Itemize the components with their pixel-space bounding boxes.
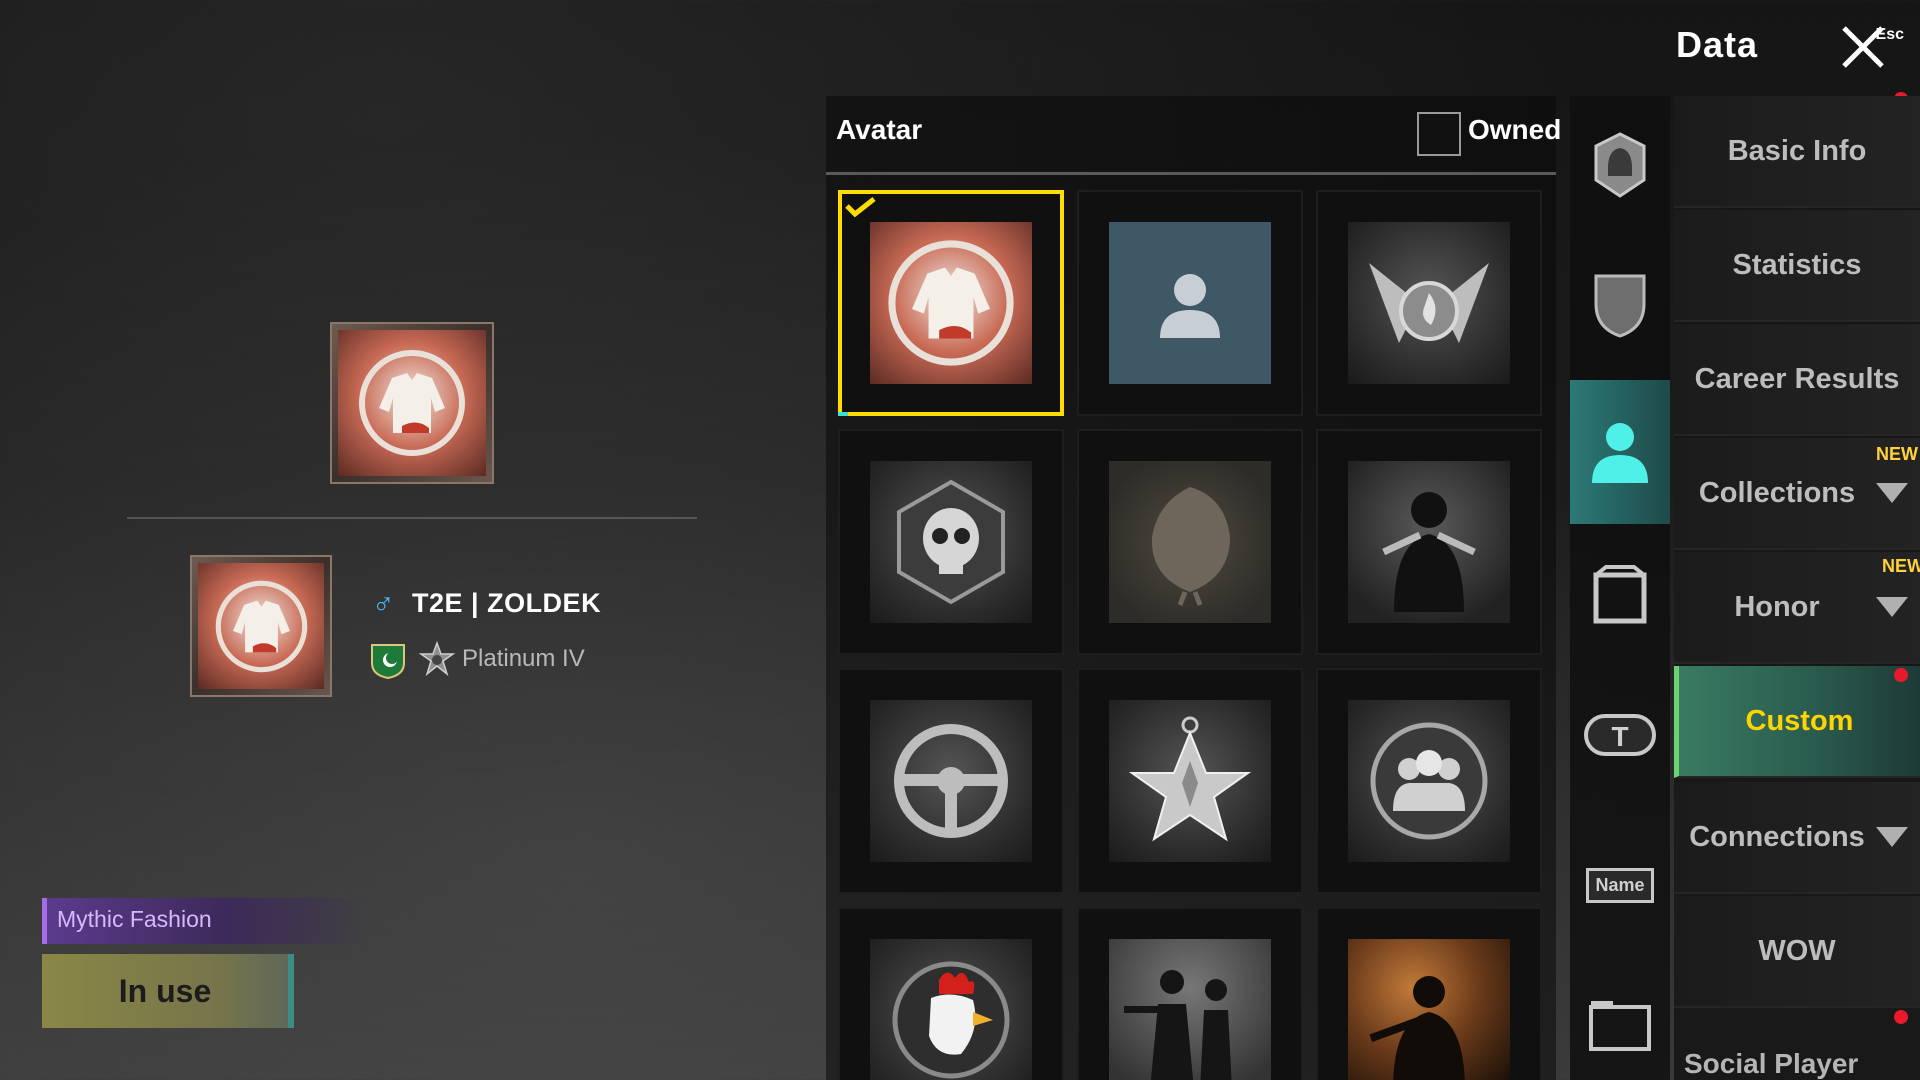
menu-item-label: Honor [1734,590,1820,623]
player-avatar [190,555,332,697]
owned-filter-label: Owned [1468,114,1562,145]
menu-basic-info[interactable]: Basic Info [1674,96,1920,208]
avatar-item[interactable] [1077,429,1303,655]
gunslinger-icon [1348,461,1510,623]
panel-divider [826,172,1556,175]
tab-title[interactable]: T [1570,670,1670,800]
chevron-down-icon [1876,483,1908,503]
tab-avatar[interactable] [1570,380,1670,524]
menu-item-label: Collections [1698,476,1856,509]
esc-hint: Esc [1875,26,1904,43]
helmet-emblem-icon [1594,132,1646,198]
tab-name-tag[interactable]: Name [1570,820,1670,950]
notification-dot [1894,1010,1908,1024]
tab-shield[interactable] [1570,240,1670,370]
tab-helmet[interactable] [1570,100,1670,230]
menu-wow[interactable]: WOW [1674,896,1920,1008]
name-tag-icon: Name [1586,867,1654,903]
title-badge-icon: T [1584,714,1656,756]
menu-career-results[interactable]: Career Results [1674,324,1920,436]
menu-item-label: Career Results [1694,362,1900,395]
avatar-item[interactable] [1316,429,1542,655]
menu-item-label: Connections [1689,820,1865,853]
avatar-item[interactable] [838,668,1064,894]
card-frame-icon [1589,1001,1651,1051]
avatar-item[interactable] [1316,668,1542,894]
avatar-item[interactable] [1077,190,1303,416]
avatar-person-icon [1592,423,1648,483]
steering-wheel-icon [870,700,1032,862]
checkmark-icon [845,197,876,218]
avatar-panel-title: Avatar [836,114,923,145]
country-flag-icon [371,644,405,679]
player-name: T2E | ZOLDEK [412,588,602,618]
shield-icon [1594,274,1646,338]
skull-hexagon-icon [870,461,1032,623]
star-medal-icon [1109,700,1271,862]
menu-custom[interactable]: Custom [1674,666,1920,778]
in-use-button[interactable]: In use [42,954,294,1028]
menu-social-player-card[interactable]: Social Player Card [1684,1048,1920,1080]
menu-item-label: WOW [1758,934,1836,967]
winged-flame-emblem-icon [1348,222,1510,384]
owned-filter-checkbox[interactable] [1417,112,1461,156]
rarity-badge: Mythic Fashion [42,898,372,944]
tab-frame[interactable] [1570,530,1670,660]
jacket-icon [338,330,486,476]
avatar-item[interactable] [1316,907,1542,1080]
section-divider [127,517,697,519]
chicken-silhouette-icon [1109,461,1271,623]
avatar-item[interactable] [838,907,1064,1080]
chevron-down-icon [1876,597,1908,617]
page-title: Data [1675,24,1758,65]
avatar-item-selected[interactable] [838,190,1064,416]
male-gender-icon: ♂ [372,588,395,621]
frame-icon [1593,565,1647,624]
rooster-emblem-icon [870,939,1032,1080]
avatar-preview-large [330,322,494,484]
jacket-icon [870,222,1032,384]
avatar-item[interactable] [1077,668,1303,894]
avatar-item[interactable] [1316,190,1542,416]
jacket-icon [198,563,324,689]
menu-item-label: Custom [1745,704,1854,737]
duo-agents-icon [1109,939,1271,1080]
menu-connections[interactable]: Connections [1674,782,1920,894]
soldier-fire-icon [1348,939,1510,1080]
menu-statistics[interactable]: Statistics [1674,210,1920,322]
squad-emblem-icon [1348,700,1510,862]
avatar-item[interactable] [838,429,1064,655]
svg-text:T: T [1611,721,1628,752]
chevron-down-icon [1876,827,1908,847]
avatar-item[interactable] [1077,907,1303,1080]
rank-label: Platinum IV [462,645,585,672]
tab-card[interactable] [1570,960,1670,1080]
notification-dot [1894,668,1908,682]
new-badge: NEW [1882,556,1920,576]
menu-item-label: Basic Info [1727,134,1867,167]
rank-emblem-icon [418,641,456,677]
new-badge: NEW [1876,444,1918,464]
default-person-icon [1109,222,1271,384]
menu-item-label: Statistics [1732,248,1862,281]
